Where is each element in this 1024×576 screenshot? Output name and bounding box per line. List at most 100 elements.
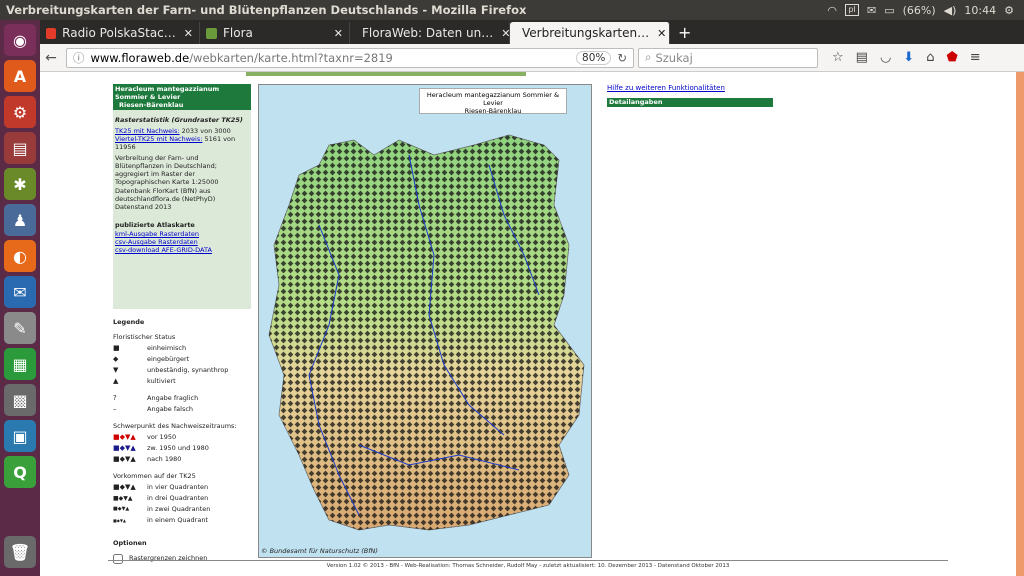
tk25-value: 2033 von 3000 (181, 127, 231, 135)
black-symbols-icon: ■◆▼▲ (113, 455, 136, 463)
data-source: Datenbank FlorKart (BfN) aus deutschland… (115, 187, 216, 203)
tab-verbreitungskarten[interactable]: Verbreitungskarten… ✕ (510, 22, 670, 44)
germany-map-svg (259, 85, 591, 557)
software-center-icon[interactable]: A (4, 60, 36, 92)
legend-label: unbeständig, synanthrop (147, 366, 229, 374)
close-icon[interactable]: ✕ (657, 27, 666, 40)
system-monitor-icon[interactable]: ✱ (4, 168, 36, 200)
tab-radio[interactable]: Radio PolskaStac… ✕ (40, 22, 200, 44)
legend-label: nach 1980 (147, 455, 182, 463)
unity-launcher: ◉ A ⚙ ▤ ✱ ♟ ◐ ✉ ✎ ▦ ▩ ▣ Q 🗑 (0, 20, 40, 576)
back-button[interactable]: ← (40, 50, 62, 66)
text-editor-icon[interactable]: ✎ (4, 312, 36, 344)
symbols-small-icon: ■◆▼▲ (113, 506, 130, 512)
triangle-down-icon: ▼ (113, 366, 119, 374)
battery-icon[interactable]: ▭ (884, 4, 894, 17)
settings-icon[interactable]: ⚙ (4, 96, 36, 128)
left-panel: Heracleum mantegazzianum Sommier & Levie… (113, 84, 251, 564)
legend-label: in drei Quadranten (147, 494, 209, 502)
detail-section[interactable]: Detailangaben (607, 98, 773, 107)
scrollbar[interactable] (1016, 72, 1024, 576)
raster-panel: Rasterstatistik (Grundraster TK25) TK25 … (113, 110, 251, 309)
qgis-icon[interactable]: Q (4, 456, 36, 488)
close-icon[interactable]: ✕ (334, 27, 343, 40)
url-path: /webkarten/karte.html?taxnr=2819 (189, 50, 393, 65)
wifi-icon[interactable]: ◠ (827, 4, 837, 17)
power-icon[interactable]: ⚙ (1004, 4, 1014, 17)
spreadsheet-icon[interactable]: ▦ (4, 348, 36, 380)
legend-label: Angabe fraglich (147, 394, 199, 402)
new-tab-button[interactable]: + (670, 23, 699, 44)
symbols-large-icon: ■◆▼▲ (113, 483, 136, 491)
files-icon[interactable]: ▤ (4, 132, 36, 164)
dash-icon: – (113, 405, 117, 413)
page-footer: Version 1.02 © 2013 - BfN - Web-Realisat… (108, 560, 948, 569)
csv-link[interactable]: csv-Ausgabe Rasterdaten (115, 238, 198, 246)
url-domain: www.floraweb.de (90, 50, 190, 65)
search-placeholder: Szukaj (655, 50, 693, 65)
symbols-tiny-icon: ■◆▼▲ (113, 518, 127, 523)
tab-floraweb[interactable]: FloraWeb: Daten un… ✕ (350, 22, 510, 44)
battery-percent[interactable]: (66%) (903, 4, 936, 17)
firefox-icon[interactable]: ◐ (4, 240, 36, 272)
atlas-title: publizierte Atlaskarte (115, 221, 195, 229)
url-bar[interactable]: ⓘ www.floraweb.de/webkarten/karte.html?t… (66, 47, 634, 68)
keyboard-layout-indicator[interactable]: pl (844, 4, 859, 16)
map-common-label: Riesen-Bärenklau (464, 107, 522, 115)
navigation-toolbar: ← ⓘ www.floraweb.de/webkarten/karte.html… (40, 44, 1024, 72)
status-title: Floristischer Status (113, 333, 176, 341)
afe-grid-link[interactable]: csv-download AFE-GRID-DATA (115, 246, 212, 254)
legend-label: in vier Quadranten (147, 483, 209, 491)
legend-label: zw. 1950 und 1980 (147, 444, 209, 452)
legend-label: kultiviert (147, 377, 176, 385)
ubuntu-dash-icon[interactable]: ◉ (4, 24, 36, 56)
home-icon[interactable]: ⌂ (926, 50, 934, 65)
document-viewer-icon[interactable]: ▣ (4, 420, 36, 452)
thunderbird-icon[interactable]: ✉ (4, 276, 36, 308)
volume-icon[interactable]: ◀) (944, 4, 957, 17)
map-title-box: Heracleum mantegazzianum Sommier & Levie… (419, 88, 567, 115)
search-icon: ⌕ (645, 50, 652, 64)
system-tray[interactable]: ◠ pl ✉ ▭ (66%) ◀) 10:44 ⚙ (827, 4, 1024, 17)
zoom-indicator[interactable]: 80% (576, 50, 612, 65)
legend-label: vor 1950 (147, 433, 177, 441)
close-icon[interactable]: ✕ (184, 27, 193, 40)
tk25-link[interactable]: TK25 mit Nachweis: (115, 127, 180, 135)
legend-label: in zwei Quadranten (147, 505, 211, 513)
info-icon[interactable]: ⓘ (73, 50, 85, 66)
legend-label: in einem Quadrant (147, 516, 208, 524)
options-title: Optionen (113, 539, 147, 547)
bookmark-star-icon[interactable]: ☆ (832, 50, 844, 65)
vtk25-link[interactable]: Viertel-TK25 mit Nachweis: (115, 135, 202, 143)
reload-icon[interactable]: ↻ (617, 51, 627, 65)
legend-label: eingebürgert (147, 355, 190, 363)
legend-label: Angabe falsch (147, 405, 194, 413)
map-species-label: Heracleum mantegazzianum Sommier & Levie… (426, 91, 560, 107)
close-icon[interactable]: ✕ (501, 27, 509, 40)
tab-label: FloraWeb: Daten un… (362, 26, 494, 40)
distribution-map[interactable]: Heracleum mantegazzianum Sommier & Levie… (258, 84, 592, 558)
clock[interactable]: 10:44 (964, 4, 996, 17)
kml-link[interactable]: kml-Ausgabe Rasterdaten (115, 230, 199, 238)
tab-label: Flora (223, 26, 253, 40)
help-link[interactable]: Hilfe zu weiteren Funktionalitäten (607, 84, 725, 92)
triangle-up-icon: ▲ (113, 377, 119, 385)
pocket-icon[interactable]: ◡ (880, 50, 891, 65)
question-icon: ? (113, 394, 117, 402)
tab-label: Radio PolskaStac… (62, 26, 176, 40)
search-input[interactable]: ⌕ Szukaj (638, 47, 818, 68)
tab-flora[interactable]: Flora ✕ (200, 22, 350, 44)
mail-icon[interactable]: ✉ (867, 4, 876, 17)
tk-title: Vorkommen auf der TK25 (113, 472, 196, 480)
user-icon[interactable]: ♟ (4, 204, 36, 236)
menu-icon[interactable]: ≡ (970, 50, 981, 65)
copyright-label: © Bundesamt für Naturschutz (BfN) (261, 547, 378, 555)
radio-favicon-icon (46, 27, 57, 39)
ublock-icon[interactable]: ⬟ (946, 50, 957, 65)
download-icon[interactable]: ⬇ (903, 50, 914, 65)
flora-favicon-icon (206, 27, 217, 39)
calculator-icon[interactable]: ▩ (4, 384, 36, 416)
legend: Legende Floristischer Status ■ einheimisc… (113, 317, 251, 564)
reading-list-icon[interactable]: ▤ (856, 50, 868, 65)
trash-icon[interactable]: 🗑 (4, 536, 36, 568)
